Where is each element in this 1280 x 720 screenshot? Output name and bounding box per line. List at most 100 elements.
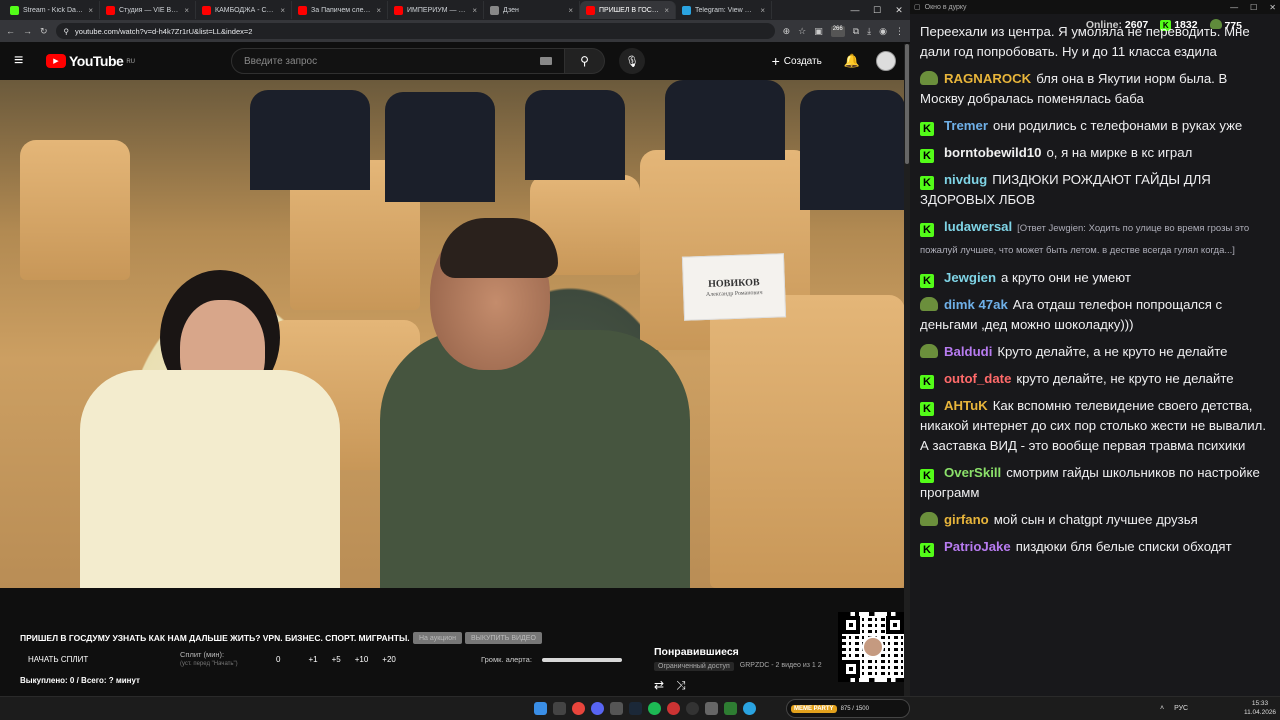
alert-volume-slider[interactable]	[542, 658, 622, 662]
back-icon[interactable]: ←	[6, 26, 15, 36]
browser-tab[interactable]: ИМПЕРИУМ — НЕ РО×	[388, 1, 484, 19]
tab-close-icon[interactable]: ×	[760, 6, 765, 15]
close-icon[interactable]: ✕	[888, 5, 910, 16]
browser-tab[interactable]: Telegram: View @dvach ×	[676, 1, 772, 19]
discord-icon[interactable]	[591, 702, 604, 715]
chat-username[interactable]: nivdug	[944, 172, 987, 187]
repeat-icon[interactable]: ⇄	[654, 678, 664, 693]
tab-count-badge[interactable]: 266	[830, 25, 845, 37]
chrome-icon[interactable]	[572, 702, 585, 715]
site-info-icon[interactable]: ⚲	[64, 27, 70, 36]
chat-username[interactable]: girfano	[944, 512, 989, 527]
chat-message[interactable]: K OverSkill смотрим гайды школьников по на…	[920, 463, 1268, 503]
auction-button[interactable]: На аукцион	[413, 632, 462, 644]
avatar[interactable]	[876, 51, 896, 71]
clock[interactable]: 15:33 11.04.2026	[1244, 699, 1276, 717]
steam-icon[interactable]	[629, 702, 642, 715]
chat-username[interactable]: Tremer	[944, 118, 988, 133]
scrollbar-thumb[interactable]	[905, 44, 909, 164]
profile-icon[interactable]: ◉	[879, 26, 887, 37]
browser-tab[interactable]: КАМБОДЖА - Столица ×	[196, 1, 292, 19]
minimize-icon[interactable]: —	[1230, 3, 1238, 12]
browser-tab[interactable]: ПРИШЕЛ В ГОСДУ ×	[580, 1, 676, 19]
forward-icon[interactable]: →	[23, 26, 32, 36]
chat-username[interactable]: Baldudi	[944, 344, 992, 359]
browser-tab[interactable]: Stream - Kick Dashboard ×	[4, 1, 100, 19]
split-button[interactable]: +5	[332, 655, 341, 664]
tab-close-icon[interactable]: ×	[472, 6, 477, 15]
chat-message[interactable]: Knivdug ПИЗДЮКИ РОЖДАЮТ ГАЙДЫ ДЛЯ ЗДОРОВЫ…	[920, 170, 1268, 210]
search-button[interactable]: ⚲	[564, 48, 605, 74]
voice-search-button[interactable]: 🎙	[618, 48, 645, 74]
chat-message[interactable]: K Jewgien а круто они не умеют	[920, 268, 1268, 288]
chat-message[interactable]: Koutof_date круто делайте, не круто не де…	[920, 369, 1268, 389]
chat-username[interactable]: OverSkill	[944, 465, 1001, 480]
chat-username[interactable]: ludawersal	[944, 219, 1012, 234]
notifications-bell-icon[interactable]: 🔔	[844, 53, 860, 69]
close-icon[interactable]: ✕	[1269, 3, 1276, 12]
chat-message[interactable]: K Tremer они родились с телефонами в руках…	[920, 116, 1268, 136]
start-split-button[interactable]: НАЧАТЬ СПЛИТ	[28, 655, 88, 664]
minimize-icon[interactable]: —	[844, 5, 866, 16]
tab-close-icon[interactable]: ×	[184, 6, 189, 15]
chat-username[interactable]: AHTuK	[944, 398, 988, 413]
memeparty-widget[interactable]: MEME PARTY 875 / 1500	[786, 699, 910, 718]
split-button[interactable]: +10	[355, 655, 369, 664]
maximize-icon[interactable]: ☐	[1250, 3, 1257, 12]
chat-message[interactable]: Kborntobewild10 о, я на мирке в кс играл	[920, 143, 1268, 163]
opera-icon[interactable]	[667, 702, 680, 715]
chat-message[interactable]: Kludawersal [Ответ Jewgien: Ходить по ули…	[920, 217, 1268, 261]
chat-username[interactable]: Jewgien	[944, 270, 996, 285]
app-icon[interactable]	[705, 702, 718, 715]
chat-username[interactable]: RAGNAROCK	[944, 71, 1031, 86]
split-button[interactable]: +1	[308, 655, 317, 664]
chat-message[interactable]: RAGNAROCK бля она в Якутии норм была. В М…	[920, 69, 1268, 109]
chat-messages[interactable]: Переехали из центра. Я умоляла не перево…	[920, 22, 1268, 690]
spotify-icon[interactable]	[648, 702, 661, 715]
tab-close-icon[interactable]: ×	[664, 6, 669, 15]
chat-message[interactable]: K PatrioJake пиздюки бля белые списки обхо…	[920, 537, 1268, 557]
tab-close-icon[interactable]: ×	[376, 6, 381, 15]
language-indicator[interactable]: РУС	[1174, 705, 1188, 712]
bookmark-star-icon[interactable]: ☆	[798, 26, 806, 37]
address-bar[interactable]: ⚲ youtube.com/watch?v=d-h4k7Zr1rU&list=L…	[55, 23, 775, 39]
tab-close-icon[interactable]: ×	[88, 6, 93, 15]
youtube-logo[interactable]: ▶ YouTube RU	[46, 53, 135, 69]
windows-start-icon[interactable]	[534, 702, 547, 715]
search-input[interactable]: Введите запрос	[230, 48, 565, 74]
tab-close-icon[interactable]: ×	[568, 6, 573, 15]
obs-icon[interactable]	[686, 702, 699, 715]
download-icon[interactable]: ⤓	[867, 26, 871, 37]
chat-message[interactable]: Переехали из центра. Я умоляла не перево…	[920, 22, 1268, 62]
hamburger-menu-icon[interactable]: ≡	[14, 52, 38, 70]
chevron-up-icon[interactable]: ˄	[1160, 705, 1164, 712]
chat-message[interactable]: dimk 47ak Ага отдаш телефон попрощался с …	[920, 295, 1268, 335]
browser-tab[interactable]: Студия — VIE Видео | Т ×	[100, 1, 196, 19]
extension-icon[interactable]: ▣	[814, 26, 823, 37]
keyboard-icon[interactable]	[539, 57, 552, 65]
zoom-icon[interactable]: ⊕	[783, 26, 791, 37]
shuffle-icon[interactable]: ⤨	[676, 678, 686, 693]
create-button[interactable]: + Создать	[762, 47, 832, 75]
app-icon[interactable]	[724, 702, 737, 715]
browser-tab[interactable]: Дзен ×	[484, 1, 580, 19]
browser-tab[interactable]: За Папичем следят в р×	[292, 1, 388, 19]
chat-username[interactable]: dimk 47ak	[944, 297, 1008, 312]
chat-username[interactable]: outof_date	[944, 371, 1011, 386]
reload-icon[interactable]: ↻	[40, 26, 48, 37]
maximize-icon[interactable]: ☐	[866, 5, 888, 16]
chat-message[interactable]: girfano мой сын и chatgpt лучшее друзья	[920, 510, 1268, 530]
video-player[interactable]: НОВИКОВ Александр Романович	[0, 80, 905, 588]
split-button[interactable]: 0	[276, 655, 280, 664]
search-icon[interactable]	[553, 702, 566, 715]
chat-message[interactable]: Baldudi Круто делайте, а не круто не дела…	[920, 342, 1268, 362]
menu-dots-icon[interactable]: ⋮	[895, 26, 904, 37]
buy-video-button[interactable]: ВЫКУПИТЬ ВИДЕО	[465, 632, 542, 644]
tab-close-icon[interactable]: ×	[280, 6, 285, 15]
split-button[interactable]: +20	[382, 655, 396, 664]
chat-username[interactable]: PatrioJake	[944, 539, 1011, 554]
explorer-icon[interactable]	[610, 702, 623, 715]
telegram-icon[interactable]	[743, 702, 756, 715]
chat-username[interactable]: borntobewild10	[944, 145, 1041, 160]
playlist-title[interactable]: Понравившиеся	[654, 646, 739, 658]
